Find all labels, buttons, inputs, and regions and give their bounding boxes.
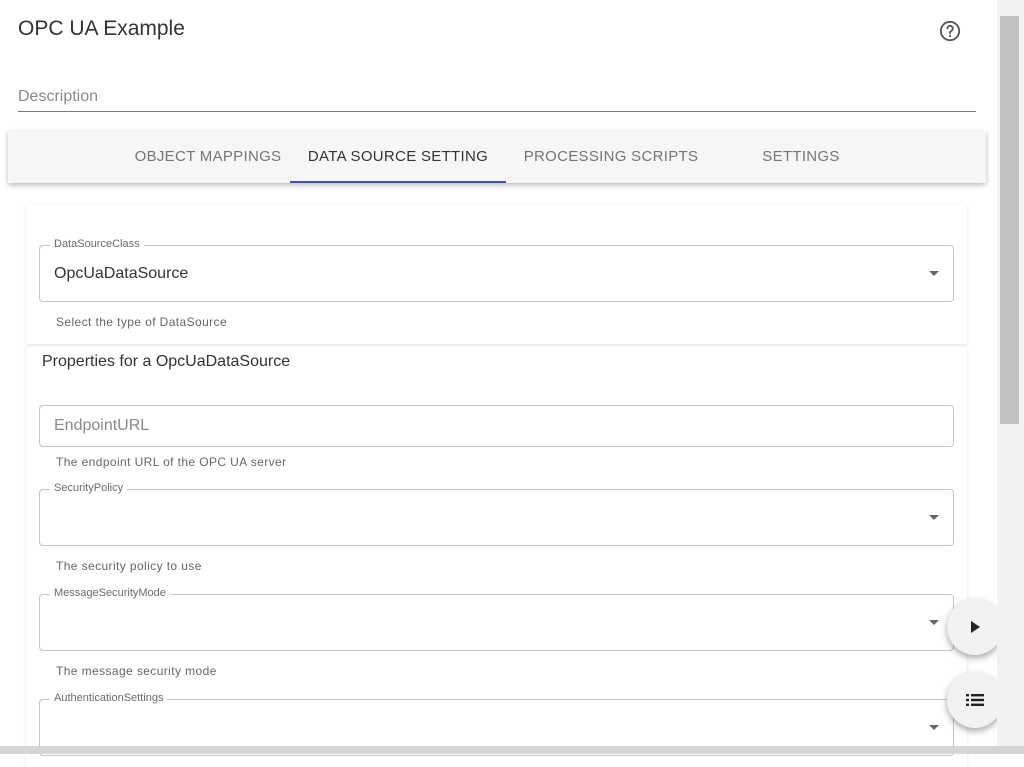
security-policy-select[interactable]: SecurityPolicy xyxy=(39,482,954,546)
play-icon xyxy=(971,621,980,633)
tab-bar: OBJECT MAPPINGS DATA SOURCE SETTING PROC… xyxy=(8,131,986,183)
endpoint-url-field[interactable]: EndpointURL xyxy=(39,405,954,447)
security-policy-helper: The security policy to use xyxy=(56,559,202,573)
chevron-down-icon xyxy=(929,725,939,730)
horizontal-scrollbar[interactable] xyxy=(0,746,1024,754)
list-icon xyxy=(966,694,984,706)
message-security-mode-select[interactable]: MessageSecurityMode xyxy=(39,587,954,651)
endpoint-url-placeholder: EndpointURL xyxy=(54,417,150,434)
tab-object-mappings[interactable]: OBJECT MAPPINGS xyxy=(116,131,300,183)
scrollbar-thumb[interactable] xyxy=(1000,16,1019,424)
message-security-mode-helper: The message security mode xyxy=(56,664,217,678)
endpoint-url-helper: The endpoint URL of the OPC UA server xyxy=(56,455,287,469)
security-policy-label: SecurityPolicy xyxy=(50,482,128,494)
help-icon[interactable] xyxy=(939,20,961,42)
tab-settings[interactable]: SETTINGS xyxy=(728,131,874,183)
datasource-class-select[interactable]: DataSourceClass OpcUaDataSource xyxy=(39,238,954,302)
chevron-down-icon xyxy=(929,515,939,520)
list-fab-button[interactable] xyxy=(947,672,1003,728)
chevron-down-icon xyxy=(929,271,939,276)
datasource-class-helper: Select the type of DataSource xyxy=(56,315,228,329)
chevron-down-icon xyxy=(929,620,939,625)
authentication-settings-label: AuthenticationSettings xyxy=(50,692,168,704)
message-security-mode-label: MessageSecurityMode xyxy=(50,587,170,599)
page-title: OPC UA Example xyxy=(18,17,185,40)
run-fab-button[interactable] xyxy=(947,599,1003,655)
tab-processing-scripts[interactable]: PROCESSING SCRIPTS xyxy=(506,131,716,183)
tab-data-source-setting[interactable]: DATA SOURCE SETTING xyxy=(290,131,506,183)
datasource-class-value: OpcUaDataSource xyxy=(54,265,189,282)
description-field[interactable]: Description xyxy=(18,88,976,112)
datasource-class-label: DataSourceClass xyxy=(50,238,144,250)
description-placeholder: Description xyxy=(18,88,99,105)
properties-title: Properties for a OpcUaDataSource xyxy=(42,353,291,370)
